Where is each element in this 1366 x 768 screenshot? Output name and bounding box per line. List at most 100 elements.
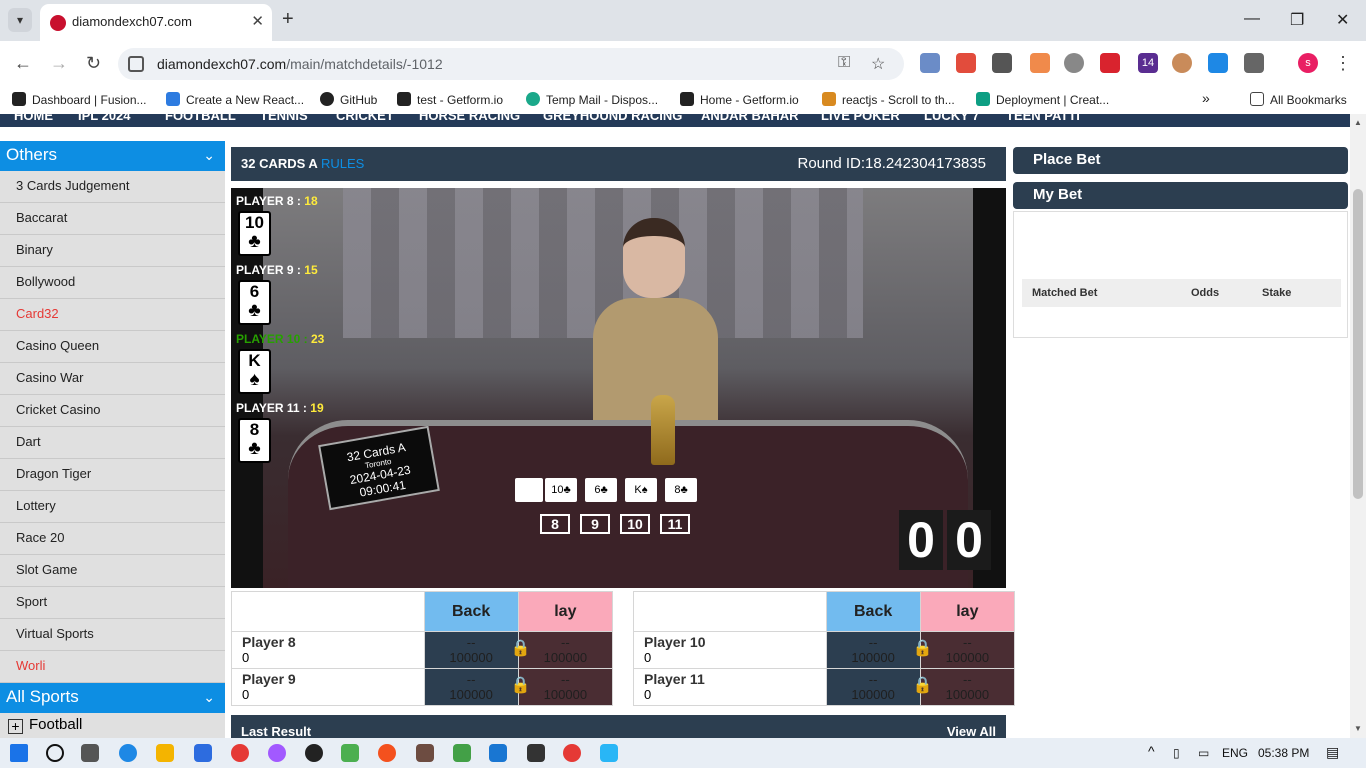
sidebar-item[interactable]: Dart (0, 427, 225, 459)
sidebar-item[interactable]: Race 20 (0, 523, 225, 555)
scroll-up-icon[interactable]: ▲ (1354, 118, 1362, 127)
tray-icon[interactable]: ▯ (1173, 746, 1180, 760)
back-odds-cell[interactable]: -- 100000 (423, 668, 519, 706)
windows-start-icon[interactable] (10, 744, 28, 762)
expand-plus-icon[interactable]: + (8, 719, 23, 734)
bookmark-item[interactable]: GitHub (320, 92, 377, 107)
sidebar-item[interactable]: Sport (0, 587, 225, 619)
sidebar-item[interactable]: Casino Queen (0, 331, 225, 363)
app-icon[interactable] (453, 744, 471, 762)
nav-link[interactable]: CRICKET (336, 114, 394, 123)
rules-link[interactable]: RULES (321, 156, 364, 171)
figma-icon[interactable] (268, 744, 286, 762)
extension-badge-icon[interactable]: 14 (1138, 53, 1158, 73)
sidebar-item[interactable]: Cricket Casino (0, 395, 225, 427)
browser-tab[interactable]: diamondexch07.com ✕ (40, 4, 272, 41)
live-video-stream[interactable]: 32 Cards A Toronto 2024-04-23 09:00:41 1… (231, 188, 1006, 588)
app-icon[interactable] (378, 744, 396, 762)
clock[interactable]: 05:38 PM (1258, 746, 1309, 760)
nav-link[interactable]: HORSE RACING (419, 114, 520, 123)
sport-item-football[interactable]: + Football (0, 713, 225, 737)
lay-odds-cell[interactable]: 🔒 -- 100000 (511, 668, 614, 706)
back-arrow-icon[interactable]: ← (14, 53, 32, 74)
vscode-icon[interactable] (489, 744, 507, 762)
shield-icon[interactable] (1100, 53, 1120, 73)
password-key-icon[interactable]: ⚿ (838, 54, 850, 72)
extension-icon[interactable] (956, 53, 976, 73)
search-icon[interactable] (46, 744, 64, 762)
extension-icon[interactable] (1030, 53, 1050, 73)
new-tab-button[interactable]: + (282, 8, 294, 31)
bookmark-item[interactable]: Deployment | Creat... (976, 92, 1109, 107)
chevron-down-icon[interactable]: ⌄ (203, 141, 215, 169)
nav-link[interactable]: LUCKY 7 (924, 114, 979, 123)
sidebar-item[interactable]: Worli (0, 651, 225, 683)
nav-link[interactable]: FOOTBALL (165, 114, 236, 123)
all-sports-header[interactable]: All Sports ⌄ (0, 683, 225, 713)
sidebar-item[interactable]: Baccarat (0, 203, 225, 235)
sidebar-item[interactable]: Slot Game (0, 555, 225, 587)
back-odds-cell[interactable]: -- 100000 (825, 668, 921, 706)
close-tab-icon[interactable]: ✕ (251, 12, 264, 30)
bookmark-item[interactable]: Temp Mail - Dispos... (526, 92, 658, 107)
chrome-active-icon[interactable] (563, 744, 581, 762)
react-devtools-icon[interactable] (992, 53, 1012, 73)
reload-icon[interactable]: ↻ (86, 53, 101, 74)
view-all-link[interactable]: View All (947, 724, 996, 738)
nav-link[interactable]: HOME (14, 114, 53, 123)
app-icon[interactable] (194, 744, 212, 762)
url-text[interactable]: diamondexch07.com/main/matchdetails/-101… (157, 56, 443, 72)
back-odds-cell[interactable]: -- 100000 (423, 631, 519, 669)
chevron-down-icon[interactable]: ⌄ (203, 683, 215, 711)
restore-button[interactable]: ❐ (1290, 10, 1304, 30)
bookmark-star-icon[interactable]: ☆ (871, 54, 885, 74)
nav-link[interactable]: TENNIS (260, 114, 308, 123)
sidebar-item-active[interactable]: Card32 (0, 299, 225, 331)
nav-link[interactable]: GREYHOUND RACING (543, 114, 682, 123)
extensions-puzzle-icon[interactable] (1244, 53, 1264, 73)
scroll-thumb[interactable] (1353, 189, 1363, 499)
extension-icon[interactable] (1208, 53, 1228, 73)
others-header[interactable]: Others ⌄ (0, 141, 225, 171)
nav-link[interactable]: TEEN PATTI (1006, 114, 1080, 123)
site-info-icon[interactable] (128, 56, 144, 72)
bookmark-item[interactable]: reactjs - Scroll to th... (822, 92, 955, 107)
forward-arrow-icon[interactable]: → (50, 53, 68, 74)
all-bookmarks-button[interactable]: All Bookmarks (1250, 92, 1347, 107)
extension-icon[interactable] (1172, 53, 1192, 73)
sidebar-item[interactable]: Casino War (0, 363, 225, 395)
chrome-icon[interactable] (231, 744, 249, 762)
nav-link[interactable]: ANDAR BAHAR (701, 114, 799, 123)
notifications-icon[interactable]: ▤ (1326, 744, 1339, 761)
sidebar-item[interactable]: Virtual Sports (0, 619, 225, 651)
lay-odds-cell[interactable]: 🔒 -- 100000 (913, 631, 1016, 669)
kebab-menu-icon[interactable]: ⋮ (1334, 53, 1352, 74)
tray-chevron-icon[interactable]: ^ (1148, 743, 1155, 759)
sidebar-item[interactable]: Lottery (0, 491, 225, 523)
app-icon[interactable] (305, 744, 323, 762)
app-icon[interactable] (416, 744, 434, 762)
lay-odds-cell[interactable]: 🔒 -- 100000 (913, 668, 1016, 706)
scroll-down-icon[interactable]: ▼ (1354, 724, 1362, 733)
file-explorer-icon[interactable] (156, 744, 174, 762)
page-scrollbar[interactable]: ▲ ▼ (1350, 114, 1366, 738)
back-odds-cell[interactable]: -- 100000 (825, 631, 921, 669)
bookmark-item[interactable]: Dashboard | Fusion... (12, 92, 147, 107)
tab-search-button[interactable]: ▾ (8, 8, 32, 32)
extension-icon[interactable] (1064, 53, 1084, 73)
nav-link[interactable]: IPL 2024 (78, 114, 131, 123)
lay-odds-cell[interactable]: 🔒 -- 100000 (511, 631, 614, 669)
sidebar-item[interactable]: Dragon Tiger (0, 459, 225, 491)
bookmarks-overflow-icon[interactable]: » (1202, 90, 1210, 106)
close-window-button[interactable]: ✕ (1336, 10, 1349, 30)
minimize-button[interactable]: — (1244, 10, 1260, 28)
nav-link[interactable]: LIVE POKER (821, 114, 900, 123)
network-icon[interactable]: ▭ (1198, 746, 1209, 760)
edge-icon[interactable] (119, 744, 137, 762)
app-icon[interactable] (341, 744, 359, 762)
bookmark-item[interactable]: Create a New React... (166, 92, 304, 107)
bookmark-item[interactable]: test - Getform.io (397, 92, 503, 107)
photos-icon[interactable] (600, 744, 618, 762)
extension-icon[interactable] (920, 53, 940, 73)
omnibox[interactable]: diamondexch07.com/main/matchdetails/-101… (118, 48, 904, 80)
